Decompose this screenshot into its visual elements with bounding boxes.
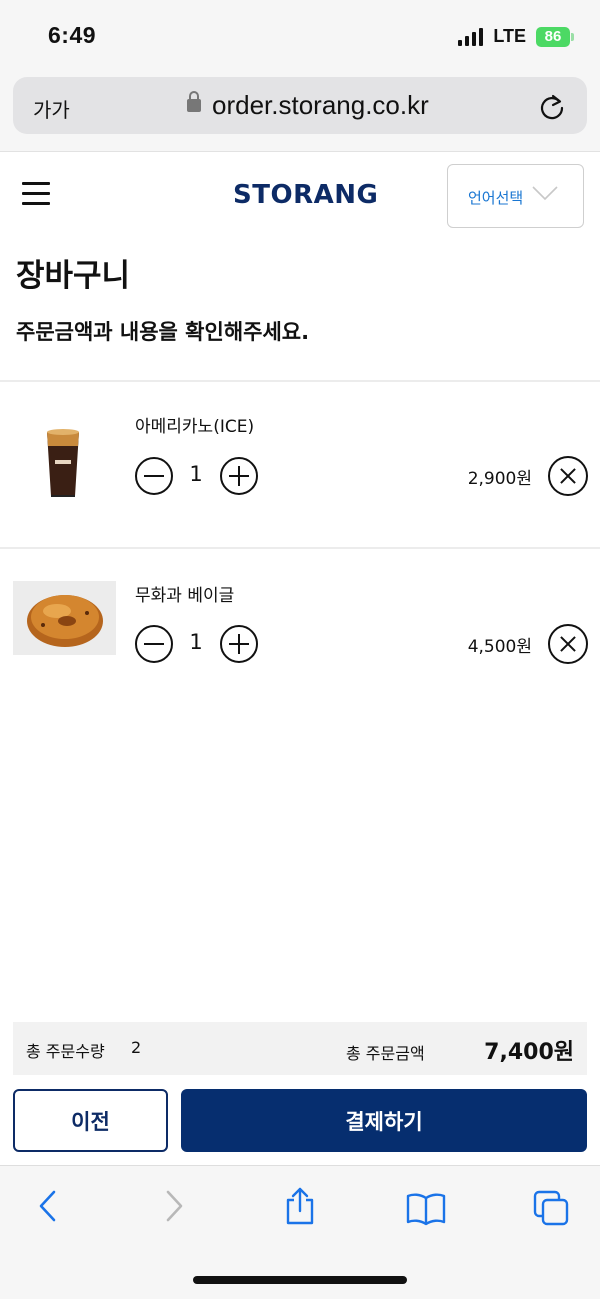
cart-item: 아메리카노(ICE) 1 2,900원 — [0, 382, 600, 548]
decrease-quantity-button[interactable] — [135, 457, 173, 495]
item-quantity: 1 — [189, 462, 203, 486]
total-quantity-label: 총 주문수량 — [26, 1042, 105, 1061]
language-select-label: 언어선택 — [468, 189, 524, 207]
status-time: 6:49 — [48, 22, 97, 48]
remove-item-button[interactable] — [548, 624, 588, 664]
browser-address-area: 가가 order.storang.co.kr — [0, 72, 600, 152]
item-name: 아메리카노(ICE) — [135, 417, 255, 437]
page-subtitle: 주문금액과 내용을 확인해주세요. — [16, 320, 310, 344]
item-name: 무화과 베이글 — [135, 586, 235, 606]
back-icon[interactable] — [36, 1188, 58, 1228]
item-quantity: 1 — [189, 630, 203, 654]
page-title: 장바구니 — [16, 258, 131, 294]
iced-americano-image — [13, 426, 116, 500]
item-price: 2,900원 — [467, 469, 532, 489]
bookmarks-icon[interactable] — [405, 1192, 447, 1230]
brand-logo[interactable]: STORANG — [233, 180, 378, 210]
previous-button[interactable]: 이전 — [13, 1089, 168, 1152]
item-price: 4,500원 — [467, 637, 532, 657]
decrease-quantity-button[interactable] — [135, 625, 173, 663]
network-label: LTE — [493, 26, 526, 46]
total-amount-label: 총 주문금액 — [346, 1044, 425, 1063]
increase-quantity-button[interactable] — [220, 625, 258, 663]
browser-toolbar — [0, 1165, 600, 1299]
lock-icon — [187, 91, 201, 112]
remove-item-button[interactable] — [548, 456, 588, 496]
forward-icon[interactable] — [164, 1188, 186, 1228]
fig-bagel-image — [13, 581, 116, 655]
tabs-icon[interactable] — [533, 1190, 571, 1232]
cart-item: 무화과 베이글 1 4,500원 — [0, 549, 600, 715]
status-indicators: LTE 86 — [458, 26, 574, 47]
signal-icon — [458, 27, 484, 46]
order-summary: 총 주문수량 2 총 주문금액 7,400원 — [13, 1022, 587, 1075]
chevron-down-icon — [532, 185, 558, 205]
status-bar: 6:49 LTE 86 — [0, 0, 600, 72]
reload-icon[interactable] — [539, 93, 565, 125]
total-amount-value: 7,400원 — [484, 1040, 574, 1065]
home-indicator — [193, 1276, 407, 1284]
battery-level: 86 — [536, 26, 570, 47]
pay-button[interactable]: 결제하기 — [181, 1089, 587, 1152]
hamburger-menu-icon[interactable] — [22, 182, 50, 208]
language-select[interactable]: 언어선택 — [447, 164, 584, 228]
address-bar[interactable]: 가가 order.storang.co.kr — [13, 77, 587, 134]
url-text[interactable]: order.storang.co.kr — [212, 90, 429, 121]
battery-icon: 86 — [536, 26, 574, 47]
total-quantity-value: 2 — [131, 1038, 142, 1057]
text-size-button[interactable]: 가가 — [33, 94, 70, 123]
increase-quantity-button[interactable] — [220, 457, 258, 495]
share-icon[interactable] — [283, 1186, 317, 1230]
